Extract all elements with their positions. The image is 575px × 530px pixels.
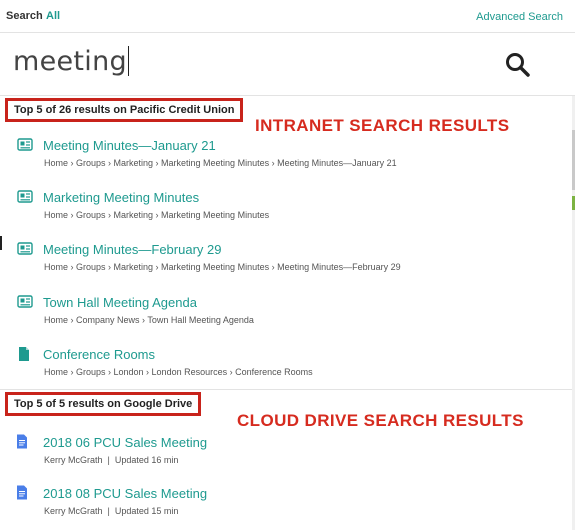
section-divider [0, 389, 575, 390]
page-icon [19, 347, 29, 361]
intranet-results-header: Top 5 of 26 results on Pacific Credit Un… [5, 98, 244, 122]
result-title[interactable]: 2018 06 PCU Sales Meeting [43, 435, 207, 450]
result-breadcrumb: Home › Groups › Marketing › Marketing Me… [44, 262, 401, 272]
google-doc-icon [17, 485, 27, 500]
result-breadcrumb: Home › Company News › Town Hall Meeting … [44, 315, 254, 325]
edge-marker-left [0, 236, 2, 250]
news-icon [17, 190, 33, 203]
intranet-annotation: INTRANET SEARCH RESULTS [255, 116, 510, 135]
result-breadcrumb: Home › Groups › London › London Resource… [44, 367, 313, 377]
result-breadcrumb: Home › Groups › Marketing › Marketing Me… [44, 158, 397, 168]
result-title[interactable]: Meeting Minutes—February 29 [43, 242, 221, 257]
search-icon[interactable] [504, 51, 532, 79]
result-title[interactable]: Town Hall Meeting Agenda [43, 295, 197, 310]
result-title[interactable]: Marketing Meeting Minutes [43, 190, 199, 205]
result-title[interactable]: 2018 08 PCU Sales Meeting [43, 486, 207, 501]
search-label: Search [6, 10, 43, 22]
result-meta: Kerry McGrath | Updated 15 min [44, 506, 179, 516]
news-icon [17, 242, 33, 255]
news-icon [17, 138, 33, 151]
advanced-search-link[interactable]: Advanced Search [476, 11, 563, 23]
result-title[interactable]: Meeting Minutes—January 21 [43, 138, 216, 153]
search-box: meeting [0, 33, 575, 96]
google-doc-icon [17, 434, 27, 449]
result-breadcrumb: Home › Groups › Marketing › Marketing Me… [44, 210, 270, 220]
search-scope-dropdown[interactable]: All [46, 10, 60, 22]
search-scope-bar: Search All Advanced Search [0, 0, 575, 33]
text-caret [127, 46, 129, 76]
drive-annotation: CLOUD DRIVE SEARCH RESULTS [237, 411, 524, 430]
news-icon [17, 295, 33, 308]
search-input[interactable]: meeting [13, 46, 129, 77]
result-title[interactable]: Conference Rooms [43, 347, 155, 362]
drive-results-header: Top 5 of 5 results on Google Drive [5, 392, 202, 416]
result-meta: Kerry McGrath | Updated 16 min [44, 455, 179, 465]
search-query-text: meeting [13, 46, 127, 77]
